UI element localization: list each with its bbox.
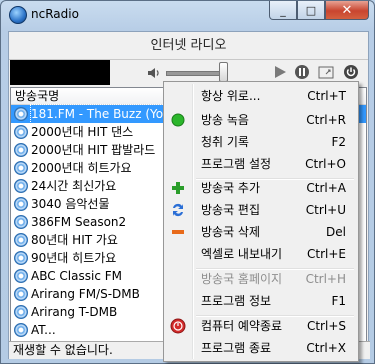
play-button[interactable] <box>271 63 289 81</box>
station-name: 2000년대 HIT 팝발라드 <box>31 143 156 157</box>
menu-item-label: 항상 위로... <box>201 89 261 103</box>
menu-item-exit-program[interactable]: 프로그램 종료 Ctrl+X <box>166 337 356 359</box>
menu-item-export-excel[interactable]: 엑셀로 내보내기 Ctrl+E <box>166 243 356 265</box>
station-name: 181.FM - The Buzz (Your <box>30 104 177 124</box>
maximize-icon: □ <box>305 3 317 17</box>
radio-disc-icon <box>14 143 28 157</box>
menu-item-label: 프로그램 설정 <box>201 157 272 171</box>
context-menu: 항상 위로... Ctrl+T 방송 녹음 Ctrl+R 청취 기록 F2 프로… <box>163 81 359 362</box>
menu-item-label: 청취 기록 <box>201 135 249 149</box>
close-button[interactable]: ✕ <box>325 1 369 20</box>
menu-item-settings[interactable]: 프로그램 설정 Ctrl+O <box>166 153 356 175</box>
menu-item-shortcut: Ctrl+S <box>306 319 346 333</box>
menu-item-label: 엑셀로 내보내기 <box>201 247 283 261</box>
menu-item-shortcut: Ctrl+E <box>307 247 346 261</box>
station-name: 2000년대 HIT 댄스 <box>31 125 134 139</box>
play-icon <box>275 66 286 78</box>
menu-item-edit-station[interactable]: 방송국 편집 Ctrl+U <box>166 199 356 221</box>
station-name: 2000년대 히트가요 <box>31 161 132 175</box>
mini-mode-icon <box>318 66 334 79</box>
station-name: 80년대 HIT 가요 <box>31 233 118 247</box>
minimize-icon: _ <box>280 3 286 17</box>
close-icon: ✕ <box>341 2 353 18</box>
visualizer-display <box>10 60 110 85</box>
menu-item-label: 방송국 편집 <box>201 203 261 217</box>
menu-item-shortcut: Ctrl+X <box>306 341 346 355</box>
menu-item-label: 프로그램 정보 <box>201 294 272 308</box>
station-title: 인터넷 라디오 <box>9 32 368 60</box>
menu-item-shortcut: Ctrl+O <box>305 157 346 171</box>
radio-disc-icon <box>14 161 28 175</box>
speaker-icon[interactable] <box>146 65 162 81</box>
plus-icon <box>172 182 184 194</box>
radio-disc-icon <box>14 179 28 193</box>
station-name: ABC Classic FM <box>31 269 122 283</box>
minus-icon <box>172 230 184 234</box>
radio-disc-icon <box>14 323 28 337</box>
menu-item-shortcut: F1 <box>331 294 346 308</box>
menu-item-add-station[interactable]: 방송국 추가 Ctrl+A <box>166 177 356 199</box>
volume-slider-thumb[interactable] <box>219 62 228 82</box>
radio-disc-icon <box>14 107 28 121</box>
radio-disc-icon <box>14 197 28 211</box>
station-name: 90년대 히트가요 <box>31 251 117 265</box>
menu-item-always-on-top[interactable]: 항상 위로... Ctrl+T <box>166 85 356 107</box>
station-name: Arirang T-DMB <box>31 305 118 319</box>
power-button[interactable] <box>342 63 360 81</box>
menu-item-program-info[interactable]: 프로그램 정보 F1 <box>166 290 356 312</box>
window-controls: _ □ ✕ <box>269 1 369 21</box>
radio-disc-icon <box>14 287 28 301</box>
menu-item-label: 방송국 삭제 <box>201 225 261 239</box>
menu-item-shortcut: Ctrl+T <box>307 89 346 103</box>
edit-arrows-icon <box>173 203 183 217</box>
pause-button[interactable] <box>293 63 311 81</box>
menu-item-shortcut: F2 <box>331 135 346 149</box>
menu-item-listen-history[interactable]: 청취 기록 F2 <box>166 131 356 153</box>
radio-disc-icon <box>14 305 28 319</box>
menu-item-label: 방송국 추가 <box>201 181 261 195</box>
minimize-button[interactable]: _ <box>269 1 297 20</box>
menu-item-shortcut: Ctrl+A <box>306 181 346 195</box>
menu-item-shortcut: Del <box>326 225 346 239</box>
station-name: AT... <box>31 323 56 337</box>
menu-item-delete-station[interactable]: 방송국 삭제 Del <box>166 221 356 243</box>
mini-mode-button[interactable] <box>317 63 335 81</box>
menu-item-scheduled-shutdown[interactable]: 컴퓨터 예약종료 Ctrl+S <box>166 315 356 337</box>
menu-item-label: 방송 녹음 <box>201 113 249 127</box>
radio-disc-icon <box>14 215 28 229</box>
menu-item-label: 컴퓨터 예약종료 <box>201 319 283 333</box>
menu-item-shortcut: Ctrl+U <box>305 203 346 217</box>
menu-item-shortcut: Ctrl+H <box>305 272 346 286</box>
menu-item-label: 프로그램 종료 <box>201 341 272 355</box>
maximize-button[interactable]: □ <box>297 1 325 20</box>
record-green-dot-icon <box>171 113 185 127</box>
window-title: ncRadio <box>31 7 79 21</box>
menu-item-record[interactable]: 방송 녹음 Ctrl+R <box>166 109 356 131</box>
radio-disc-icon <box>14 251 28 265</box>
title-bar[interactable]: ncRadio _ □ ✕ <box>1 1 374 29</box>
shutdown-timer-icon <box>170 318 186 334</box>
station-name: 386FM Season2 <box>31 215 127 229</box>
radio-disc-icon <box>14 125 28 139</box>
power-icon <box>344 65 358 79</box>
station-name: 3040 음악선물 <box>31 197 110 211</box>
app-logo-icon[interactable] <box>9 6 27 24</box>
station-name: Arirang FM/S-DMB <box>31 287 140 301</box>
menu-item-shortcut: Ctrl+R <box>306 113 346 127</box>
pause-icon <box>295 65 309 79</box>
radio-disc-icon <box>14 233 28 247</box>
menu-item-label: 방송국 홈페이지 <box>201 272 283 286</box>
radio-disc-icon <box>14 269 28 283</box>
menu-item-station-homepage[interactable]: 방송국 홈페이지 Ctrl+H <box>166 268 356 290</box>
station-name: 24시간 최신가요 <box>31 179 117 193</box>
